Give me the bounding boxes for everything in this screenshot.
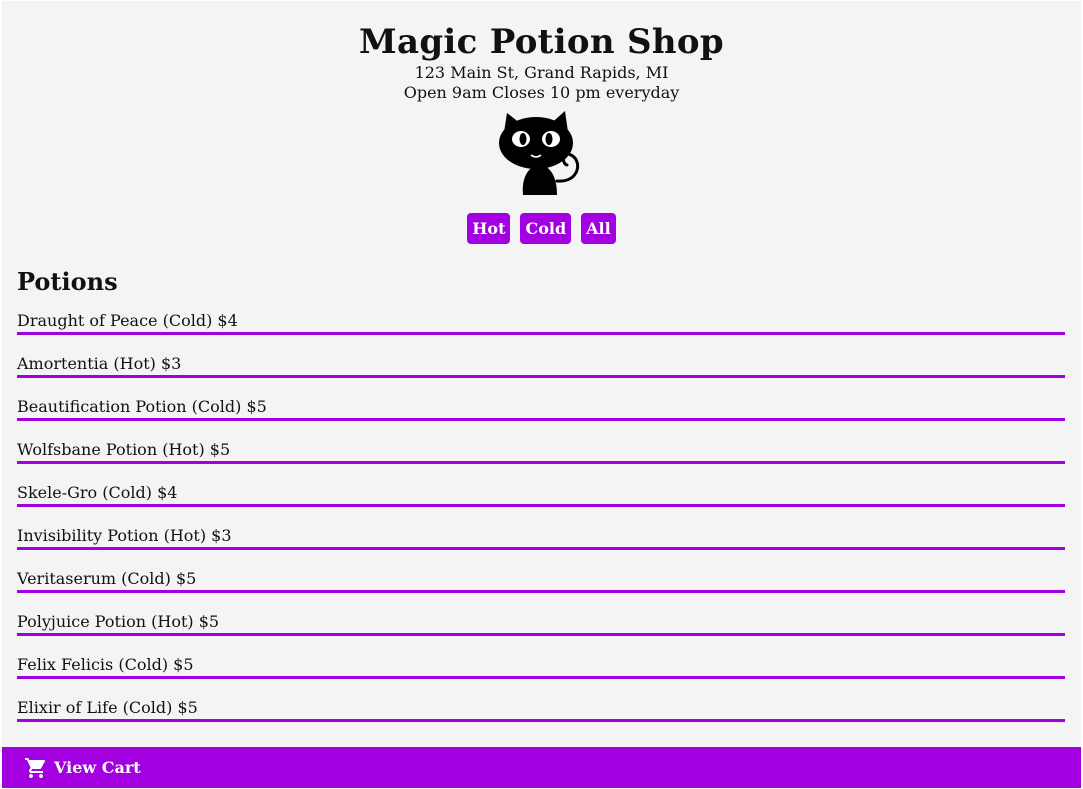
potion-item[interactable]: Beautification Potion (Cold) $5 — [17, 396, 1065, 421]
potion-list: Draught of Peace (Cold) $4 Amortentia (H… — [17, 310, 1065, 722]
filter-hot-button[interactable]: Hot — [467, 213, 511, 244]
potion-item[interactable]: Draught of Peace (Cold) $4 — [17, 310, 1065, 335]
potion-item[interactable]: Skele-Gro (Cold) $4 — [17, 482, 1065, 507]
shop-title: Magic Potion Shop — [359, 22, 724, 62]
potions-heading: Potions — [17, 267, 118, 296]
shop-hours: Open 9am Closes 10 pm everyday — [403, 83, 680, 102]
filter-bar: Hot Cold All — [2, 213, 1081, 244]
potion-item[interactable]: Elixir of Life (Cold) $5 — [17, 697, 1065, 722]
potion-item[interactable]: Felix Felicis (Cold) $5 — [17, 654, 1065, 679]
potion-item[interactable]: Veritaserum (Cold) $5 — [17, 568, 1065, 593]
shop-header: Magic Potion Shop 123 Main St, Grand Rap… — [2, 1, 1081, 244]
shopping-cart-icon — [25, 757, 46, 778]
potion-item[interactable]: Amortentia (Hot) $3 — [17, 353, 1065, 378]
filter-all-button[interactable]: All — [581, 213, 616, 244]
filter-cold-button[interactable]: Cold — [520, 213, 572, 244]
black-cat-icon — [498, 111, 579, 195]
shop-address: 123 Main St, Grand Rapids, MI — [414, 63, 669, 82]
potion-item[interactable]: Invisibility Potion (Hot) $3 — [17, 525, 1065, 550]
potion-item[interactable]: Wolfsbane Potion (Hot) $5 — [17, 439, 1065, 464]
potion-item[interactable]: Polyjuice Potion (Hot) $5 — [17, 611, 1065, 636]
view-cart-button[interactable]: View Cart — [2, 747, 1081, 788]
page: Magic Potion Shop 123 Main St, Grand Rap… — [2, 1, 1081, 788]
view-cart-label: View Cart — [54, 758, 141, 777]
